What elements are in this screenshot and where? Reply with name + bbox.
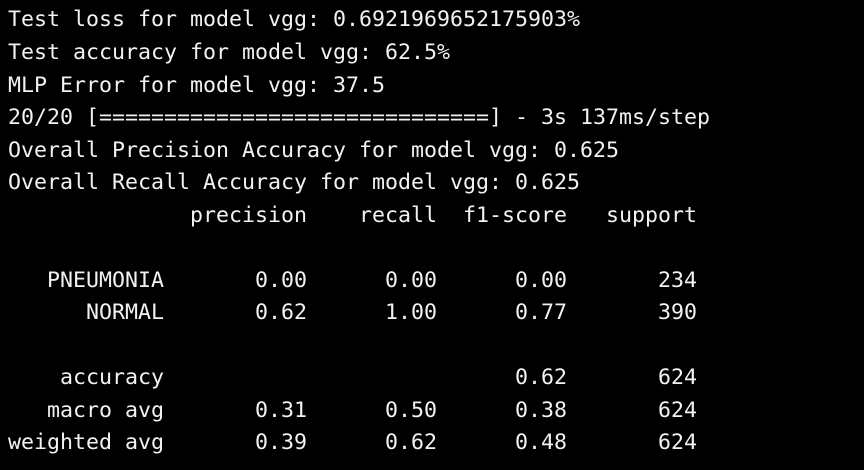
mlp-error-line: MLP Error for model vgg: 37.5 <box>8 73 386 98</box>
terminal-output: Test loss for model vgg: 0.6921969652175… <box>0 0 864 470</box>
overall-precision-line: Overall Precision Accuracy for model vgg… <box>8 138 620 163</box>
report-row-weighted-avg: weighted avg 0.39 0.62 0.48 624 <box>8 430 698 455</box>
test-loss-line: Test loss for model vgg: 0.6921969652175… <box>8 7 581 32</box>
report-row-normal: NORMAL 0.62 1.00 0.77 390 <box>8 300 698 325</box>
report-row-macro-avg: macro avg 0.31 0.50 0.38 624 <box>8 398 698 423</box>
report-header-row: precision recall f1-score support <box>8 203 698 228</box>
progress-line: 20/20 [==============================] -… <box>8 105 711 130</box>
overall-recall-line: Overall Recall Accuracy for model vgg: 0… <box>8 170 581 195</box>
test-accuracy-line: Test accuracy for model vgg: 62.5% <box>8 40 451 65</box>
report-row-accuracy: accuracy 0.62 624 <box>8 365 698 390</box>
report-row-pneumonia: PNEUMONIA 0.00 0.00 0.00 234 <box>8 268 698 293</box>
